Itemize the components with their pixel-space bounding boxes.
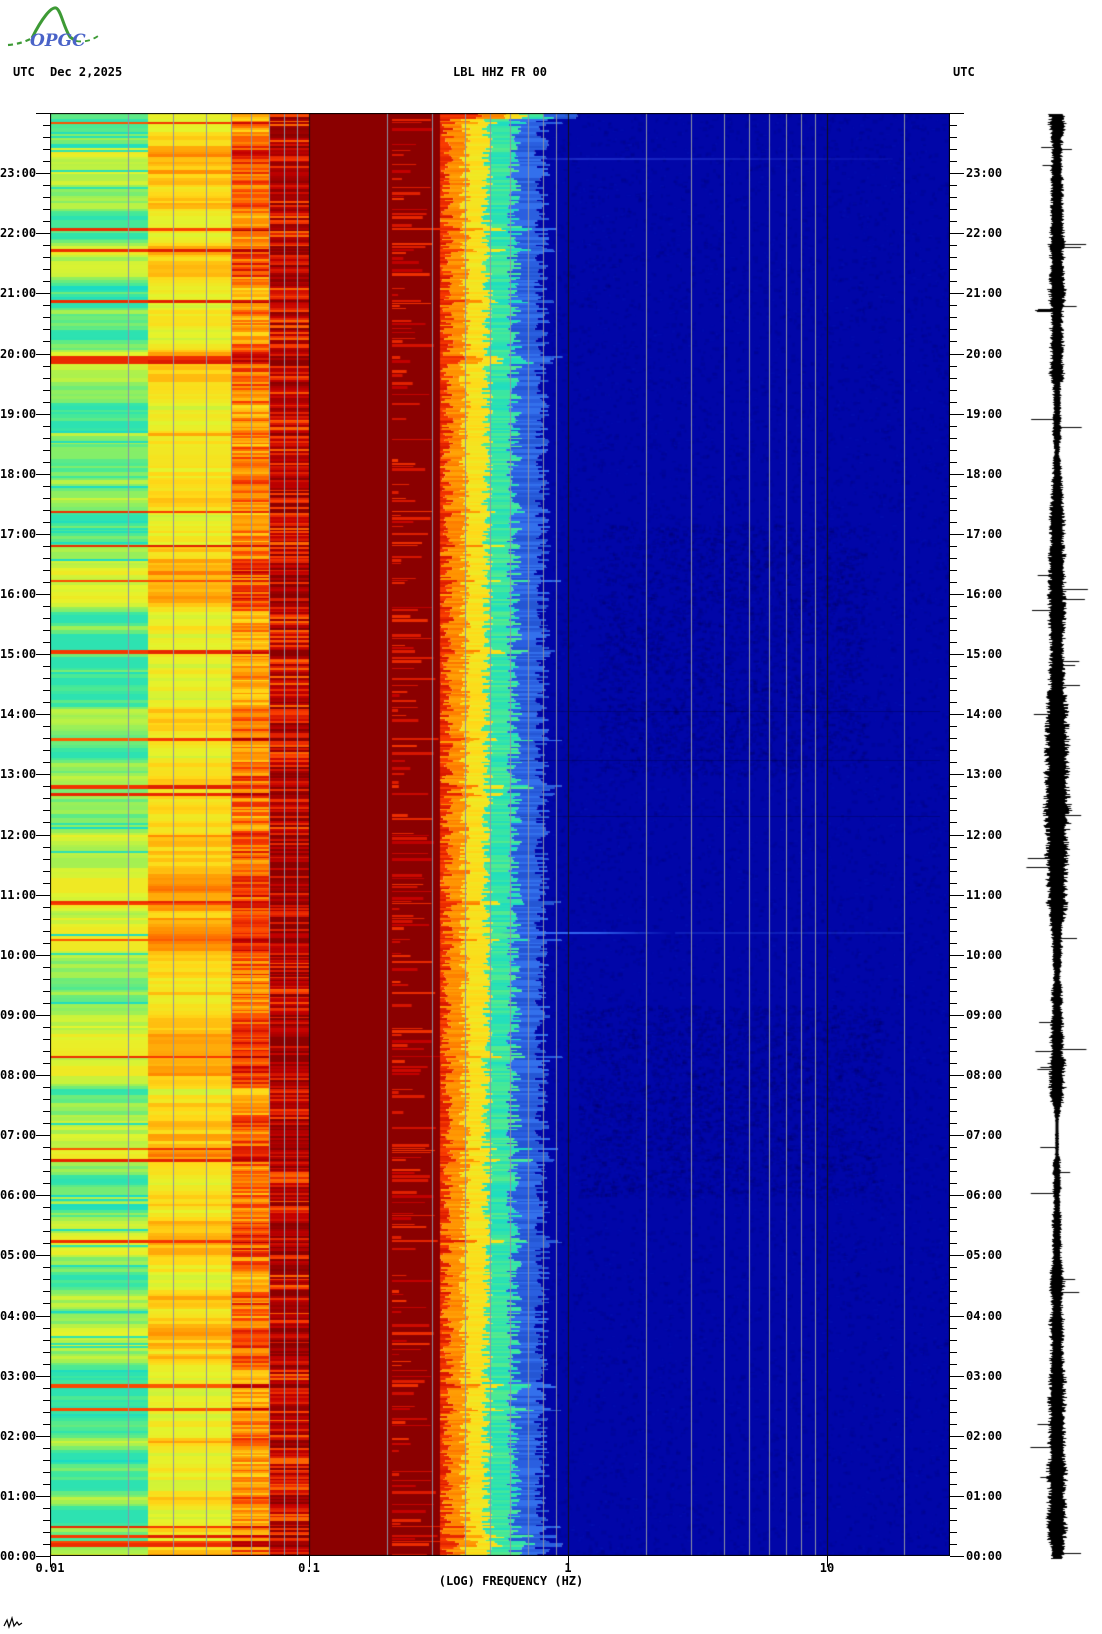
- freq-axis-title: (LOG) FREQUENCY (HZ): [406, 1574, 616, 1588]
- time-label-left: 16:00: [0, 587, 35, 601]
- time-label-right: 23:00: [966, 166, 1002, 180]
- freq-tick-label: 0.01: [15, 1561, 85, 1575]
- time-label-left: 12:00: [0, 828, 35, 842]
- time-label-left: 03:00: [0, 1369, 35, 1383]
- time-label-right: 06:00: [966, 1188, 1002, 1202]
- time-label-right: 14:00: [966, 707, 1002, 721]
- time-label-left: 17:00: [0, 527, 35, 541]
- corner-squiggle: [3, 1615, 27, 1631]
- time-label-right: 01:00: [966, 1489, 1002, 1503]
- time-label-left: 01:00: [0, 1489, 35, 1503]
- time-label-right: 19:00: [966, 407, 1002, 421]
- time-label-right: 03:00: [966, 1369, 1002, 1383]
- freq-tick-label: 1: [533, 1561, 603, 1575]
- time-label-left: 14:00: [0, 707, 35, 721]
- time-label-right: 00:00: [966, 1549, 1002, 1563]
- time-label-left: 20:00: [0, 347, 35, 361]
- time-label-right: 12:00: [966, 828, 1002, 842]
- time-label-right: 17:00: [966, 527, 1002, 541]
- time-label-right: 04:00: [966, 1309, 1002, 1323]
- time-label-left: 18:00: [0, 467, 35, 481]
- time-label-right: 15:00: [966, 647, 1002, 661]
- time-label-right: 10:00: [966, 948, 1002, 962]
- time-label-left: 19:00: [0, 407, 35, 421]
- time-label-right: 09:00: [966, 1008, 1002, 1022]
- time-label-right: 18:00: [966, 467, 1002, 481]
- freq-tick-label: 10: [792, 1561, 862, 1575]
- time-label-left: 21:00: [0, 286, 35, 300]
- time-label-left: 04:00: [0, 1309, 35, 1323]
- axes-ticks: [0, 0, 1102, 1634]
- time-label-right: 02:00: [966, 1429, 1002, 1443]
- time-label-left: 07:00: [0, 1128, 35, 1142]
- time-label-right: 07:00: [966, 1128, 1002, 1142]
- freq-tick-label: 0.1: [274, 1561, 344, 1575]
- time-label-left: 08:00: [0, 1068, 35, 1082]
- time-label-right: 20:00: [966, 347, 1002, 361]
- time-label-right: 22:00: [966, 226, 1002, 240]
- time-label-left: 13:00: [0, 767, 35, 781]
- time-label-right: 05:00: [966, 1248, 1002, 1262]
- time-label-left: 06:00: [0, 1188, 35, 1202]
- spectrogram-page: OPGC UTC Dec 2,2025 LBL HHZ FR 00 UTC 23…: [0, 0, 1102, 1634]
- time-label-left: 11:00: [0, 888, 35, 902]
- time-label-left: 23:00: [0, 166, 35, 180]
- time-label-right: 13:00: [966, 767, 1002, 781]
- time-label-right: 16:00: [966, 587, 1002, 601]
- time-label-left: 10:00: [0, 948, 35, 962]
- time-label-left: 09:00: [0, 1008, 35, 1022]
- time-label-right: 11:00: [966, 888, 1002, 902]
- time-label-right: 08:00: [966, 1068, 1002, 1082]
- time-label-left: 02:00: [0, 1429, 35, 1443]
- time-label-left: 22:00: [0, 226, 35, 240]
- time-label-left: 05:00: [0, 1248, 35, 1262]
- time-label-left: 15:00: [0, 647, 35, 661]
- time-label-right: 21:00: [966, 286, 1002, 300]
